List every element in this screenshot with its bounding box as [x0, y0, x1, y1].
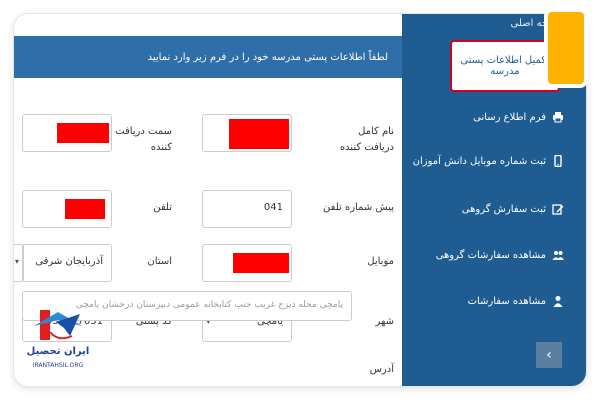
phone-field[interactable]: [22, 190, 112, 228]
area-code-value: 041: [263, 202, 283, 213]
address-label: آدرس: [369, 364, 394, 375]
province-label: استان: [147, 256, 172, 267]
redacted-block: [65, 199, 105, 219]
province-value: آذربایجان شرقی: [35, 256, 103, 267]
sidebar-item-label: تکمیل اطلاعات پستی مدرسه: [460, 55, 550, 77]
form-header-text: لطفاً اطلاعات پستی مدرسه خود را در فرم ز…: [147, 51, 388, 63]
screenshot-frame: لطفاً اطلاعات پستی مدرسه خود را در فرم ز…: [14, 14, 586, 386]
edit-icon: [552, 203, 564, 215]
logo: ایران تحصیل IRANTAHSIL.ORG: [20, 306, 96, 374]
chevron-left-icon[interactable]: ‹: [536, 342, 562, 368]
sidebar-item-student-mobile[interactable]: ثبت شماره موبایل دانش آموزان: [413, 150, 564, 172]
sidebar-item-label: مشاهده سفارشات گروهی: [435, 249, 546, 261]
form-header: لطفاً اطلاعات پستی مدرسه خود را در فرم ز…: [14, 36, 402, 78]
mobile-icon: [552, 154, 564, 168]
sidebar-item-notice-form[interactable]: فرم اطلاع رسانی: [473, 106, 564, 128]
province-dropdown-edge[interactable]: ▾: [14, 244, 24, 282]
province-select[interactable]: آذربایجان شرقی: [22, 244, 112, 282]
sidebar-item-view-orders[interactable]: مشاهده سفارشات: [468, 290, 564, 312]
area-code-field[interactable]: 041: [202, 190, 292, 228]
full-name-field[interactable]: [202, 114, 292, 152]
logo-site: IRANTAHSIL.ORG: [32, 362, 84, 369]
area-code-label: پیش شماره تلفن: [323, 202, 394, 213]
sidebar-item-label: فرم اطلاع رسانی: [473, 111, 546, 123]
sidebar-item-group-order[interactable]: ثبت سفارش گروهی: [462, 198, 564, 220]
position-field[interactable]: [22, 114, 112, 152]
full-name-label: نام کامل دریافت کننده: [339, 126, 394, 153]
address-value: یامچی محله دیزج غریب جنب کتابخانه عمومی …: [75, 300, 343, 310]
mobile-label: موبایل: [367, 256, 394, 267]
redacted-block: [233, 253, 289, 273]
user-icon: [552, 295, 564, 307]
sidebar-item-label: مشاهده سفارشات: [467, 295, 546, 307]
redacted-block: [229, 119, 289, 149]
chevron-down-icon: ▾: [15, 257, 20, 266]
printer-icon: [552, 111, 564, 123]
sidebar-item-view-group-orders[interactable]: مشاهده سفارشات گروهی: [436, 244, 564, 266]
logo-emblem: [34, 310, 82, 340]
mobile-field[interactable]: [202, 244, 292, 282]
position-label: سمت دریافت کننده: [115, 126, 172, 153]
redacted-block: [57, 123, 109, 143]
phone-label: تلفن: [153, 202, 172, 213]
sidebar-item-label: ثبت سفارش گروهی: [461, 203, 546, 215]
sidebar-item-label: ثبت شماره موبایل دانش آموزان: [412, 155, 546, 167]
users-icon: [552, 249, 564, 261]
logo-brand: ایران تحصیل: [26, 346, 90, 357]
decorative-yellow-block: [544, 8, 588, 88]
